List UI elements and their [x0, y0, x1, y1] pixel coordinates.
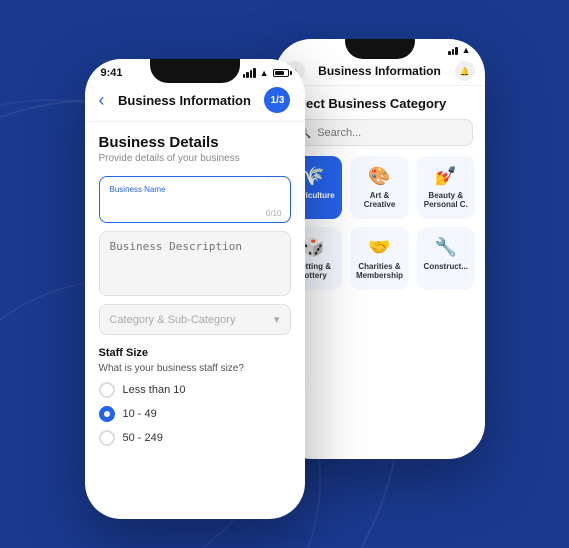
business-name-field[interactable]: Business Name 0/10	[99, 176, 291, 223]
betting-icon: 🎲	[302, 237, 324, 258]
step-badge-1: 1/3	[264, 87, 290, 113]
category-section-title: Select Business Category	[275, 86, 485, 119]
business-name-label: Business Name	[110, 185, 280, 194]
category-name-art: Art & Creative	[356, 191, 403, 209]
search-bar[interactable]: 🔍	[287, 119, 473, 146]
construction-icon: 🔧	[435, 237, 457, 258]
category-beauty[interactable]: 💅 Beauty & Personal C.	[417, 156, 474, 219]
nav-title-2: Business Information	[318, 64, 441, 78]
radio-label-2: 10 - 49	[123, 408, 157, 420]
category-name-charities: Charities & Membership	[356, 262, 403, 280]
notch-2	[345, 39, 415, 59]
categories-grid: 🌾 Agriculture 🎨 Art & Creative 💅 Beauty …	[275, 156, 485, 290]
radio-circle-3[interactable]	[99, 430, 115, 446]
agriculture-icon: 🌾	[302, 166, 324, 187]
radio-circle-2[interactable]	[99, 406, 115, 422]
category-construction[interactable]: 🔧 Construct...	[417, 227, 474, 290]
category-name-construction: Construct...	[424, 262, 468, 271]
radio-option-3[interactable]: 50 - 249	[99, 430, 291, 446]
category-placeholder: Category & Sub-Category	[110, 314, 236, 326]
business-name-input[interactable]	[110, 200, 280, 212]
staff-section: Staff Size What is your business staff s…	[99, 347, 291, 446]
phone-1-content: Business Details Provide details of your…	[85, 122, 305, 466]
staff-question: What is your business staff size?	[99, 363, 291, 374]
staff-label: Staff Size	[99, 347, 291, 359]
art-icon: 🎨	[368, 166, 390, 187]
phone-1: 9:41 ▲ ‹ Business Information 1/3	[85, 59, 305, 519]
section-title-1: Business Details	[99, 134, 291, 151]
charities-icon: 🤝	[368, 237, 390, 258]
bell-icon[interactable]: 🔔	[455, 61, 475, 81]
back-button-1[interactable]: ‹	[99, 90, 105, 111]
category-name-beauty: Beauty & Personal C.	[423, 191, 468, 209]
radio-label-1: Less than 10	[123, 384, 186, 396]
chevron-down-icon: ▾	[274, 313, 280, 326]
phone-2: ▲ ≡ Business Information 🔔 Select Busine…	[275, 39, 485, 459]
radio-circle-1[interactable]	[99, 382, 115, 398]
radio-option-1[interactable]: Less than 10	[99, 382, 291, 398]
section-subtitle-1: Provide details of your business	[99, 153, 291, 164]
char-count: 0/10	[266, 209, 282, 218]
status-time-1: 9:41	[101, 67, 123, 79]
nav-bar-1: ‹ Business Information 1/3	[85, 81, 305, 122]
notch-1	[150, 59, 240, 83]
business-description-input[interactable]	[110, 240, 280, 287]
search-input[interactable]	[317, 127, 459, 139]
business-description-field[interactable]	[99, 231, 291, 296]
nav-bar-2: ≡ Business Information 🔔	[275, 57, 485, 86]
signal-bars-2	[448, 45, 458, 55]
signal-bars-1	[243, 68, 256, 78]
wifi-icon-2: ▲	[462, 45, 471, 55]
battery-icon-1	[273, 69, 289, 77]
radio-label-3: 50 - 249	[123, 432, 163, 444]
category-charities[interactable]: 🤝 Charities & Membership	[350, 227, 409, 290]
beauty-icon: 💅	[435, 166, 457, 187]
nav-title-1: Business Information	[118, 93, 251, 108]
radio-option-2[interactable]: 10 - 49	[99, 406, 291, 422]
category-art-creative[interactable]: 🎨 Art & Creative	[350, 156, 409, 219]
wifi-icon-1: ▲	[260, 68, 269, 78]
phones-container: 9:41 ▲ ‹ Business Information 1/3	[85, 29, 485, 519]
status-icons-1: ▲	[243, 68, 289, 78]
status-icons-2: ▲	[448, 45, 470, 55]
category-select[interactable]: Category & Sub-Category ▾	[99, 304, 291, 335]
